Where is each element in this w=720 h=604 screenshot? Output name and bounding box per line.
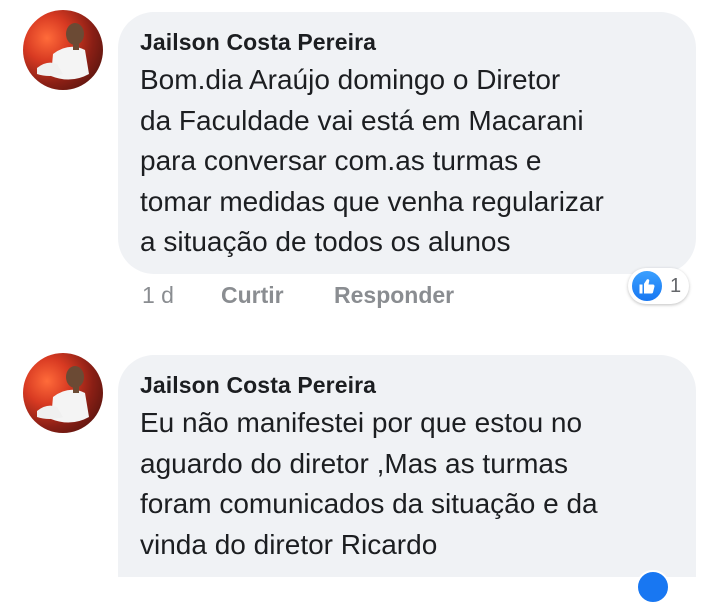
like-reaction-icon[interactable]	[636, 570, 670, 604]
like-button[interactable]: Curtir	[221, 282, 284, 309]
like-reaction-icon	[630, 269, 664, 303]
comment-text: Eu não manifestei por que estou no aguar…	[140, 407, 598, 560]
reaction-count: 1	[670, 274, 682, 297]
author-avatar[interactable]	[23, 353, 103, 433]
profile-photo-icon	[37, 23, 89, 80]
reply-button[interactable]: Responder	[334, 282, 454, 309]
comment-author[interactable]: Jailson Costa Pereira	[140, 28, 676, 56]
comment-bubble: Jailson Costa Pereira Eu não manifestei …	[118, 355, 696, 577]
comment-bubble: Jailson Costa Pereira Bom.dia Araújo dom…	[118, 12, 696, 274]
author-avatar[interactable]	[23, 10, 103, 90]
reaction-summary[interactable]: 1	[628, 268, 690, 304]
comment-timestamp[interactable]: 1 d	[142, 282, 174, 309]
comment-author[interactable]: Jailson Costa Pereira	[140, 371, 676, 399]
comment-text: Bom.dia Araújo domingo o Diretor da Facu…	[140, 64, 604, 257]
profile-photo-icon	[37, 366, 89, 423]
